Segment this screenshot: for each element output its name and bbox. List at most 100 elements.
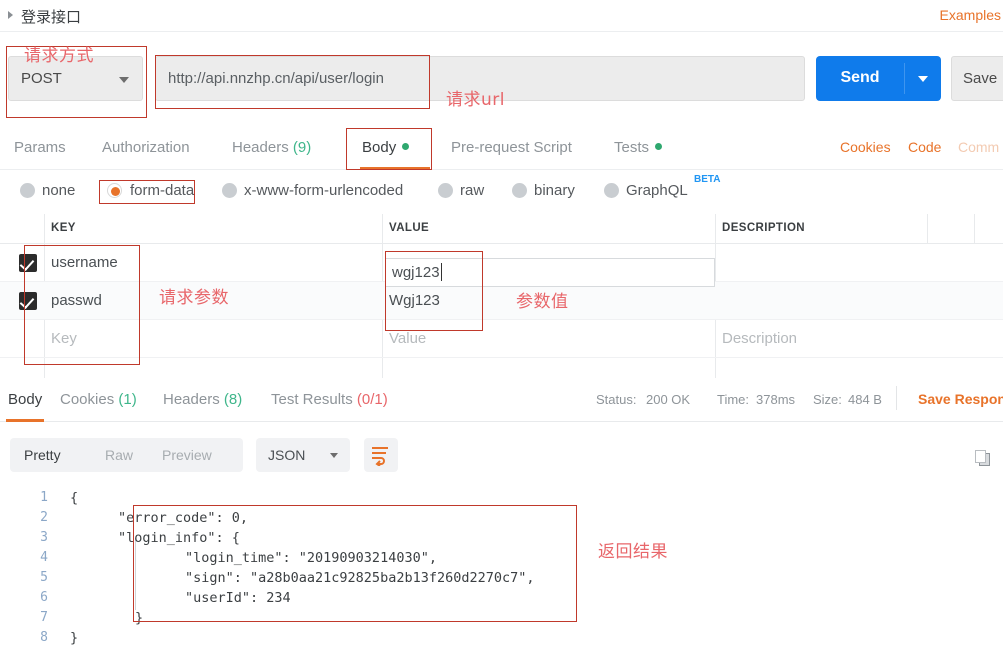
tab-label: Test Results	[271, 391, 353, 408]
beta-badge: BETA	[694, 174, 721, 185]
size-value: 484 B	[848, 392, 882, 407]
radio-form-data-label[interactable]: form-data	[130, 182, 194, 199]
text-cursor	[441, 263, 442, 281]
tab-count: (9)	[292, 139, 312, 156]
send-options-chevron-icon[interactable]	[918, 76, 928, 82]
annotation-label-params: 请求参数	[159, 288, 229, 308]
table-row[interactable]: passwd Wgj123	[0, 282, 1003, 320]
response-format-label: JSON	[268, 447, 306, 463]
row-value[interactable]: Wgj123	[389, 292, 440, 309]
view-mode-preview[interactable]: Preview	[162, 447, 212, 463]
tab-count: (1)	[118, 391, 137, 408]
save-button[interactable]: Save	[951, 56, 1003, 101]
tab-body[interactable]: Body	[362, 139, 410, 156]
column-header-key: KEY	[51, 222, 76, 234]
radio-binary[interactable]	[512, 183, 527, 198]
radio-x-www-form-urlencoded[interactable]	[222, 183, 237, 198]
column-header-description: DESCRIPTION	[722, 222, 805, 234]
radio-graphql[interactable]	[604, 183, 619, 198]
time-value: 378ms	[756, 392, 796, 407]
column-divider	[927, 214, 928, 244]
request-tab-title[interactable]: 登录接口	[21, 6, 81, 27]
row-key-placeholder[interactable]: Key	[51, 330, 77, 347]
request-tab-bar: Params Authorization Headers (9) Body Pr…	[0, 126, 1003, 170]
table-header-row: KEY VALUE DESCRIPTION	[0, 214, 1003, 244]
response-format-select[interactable]: JSON	[256, 438, 350, 472]
radio-none-label[interactable]: none	[42, 182, 75, 199]
annotation-label-result: 返回结果	[598, 542, 668, 562]
postman-window: 登录接口 Examples POST http://api.nnzhp.cn/a…	[0, 0, 1003, 656]
column-divider	[974, 214, 975, 244]
annotation-label-values: 参数值	[516, 292, 569, 312]
tab-label: Cookies	[60, 391, 115, 408]
response-tab-body[interactable]: Body	[8, 391, 42, 408]
tab-params[interactable]: Params	[14, 139, 66, 156]
radio-form-data[interactable]	[107, 183, 122, 198]
response-body-viewer[interactable]: 1 2 3 4 5 6 7 8 { "error_code": 0, "logi…	[0, 486, 1003, 656]
copy-icon[interactable]	[975, 450, 991, 466]
tab-label: Headers	[232, 139, 289, 156]
cookies-link[interactable]: Cookies	[840, 139, 891, 155]
column-header-value: VALUE	[389, 222, 430, 234]
code-line: "error_code": 0,	[118, 510, 249, 526]
row-key[interactable]: passwd	[51, 292, 102, 309]
view-mode-segmented-control: Pretty Raw Preview	[10, 438, 243, 472]
tab-label: Body	[362, 139, 397, 156]
tab-tests[interactable]: Tests	[614, 139, 663, 156]
radio-graphql-label[interactable]: GraphQL	[626, 182, 688, 199]
tab-authorization[interactable]: Authorization	[102, 139, 190, 156]
save-button-label: Save	[963, 70, 998, 87]
row-value-input-focused[interactable]: wgj123	[385, 258, 715, 287]
row-checkbox[interactable]	[19, 292, 37, 310]
line-number: 5	[40, 570, 48, 585]
code-line: }	[70, 630, 79, 646]
comments-link[interactable]: Comm	[958, 139, 999, 155]
radio-binary-label[interactable]: binary	[534, 182, 575, 199]
code-line: {	[70, 490, 79, 506]
radio-none[interactable]	[20, 183, 35, 198]
size-label: Size:	[813, 392, 842, 407]
wrap-lines-button[interactable]	[364, 438, 398, 472]
response-tab-bar: Body Cookies (1) Headers (8) Test Result…	[0, 378, 1003, 422]
tab-count: (0/1)	[356, 391, 388, 408]
response-tab-cookies[interactable]: Cookies (1)	[60, 391, 137, 408]
radio-raw-label[interactable]: raw	[460, 182, 484, 199]
status-value: 200 OK	[646, 392, 691, 407]
tab-label: Body	[8, 391, 43, 408]
response-tab-headers[interactable]: Headers (8)	[163, 391, 242, 408]
radio-x-www-form-urlencoded-label[interactable]: x-www-form-urlencoded	[244, 182, 403, 199]
row-checkbox[interactable]	[19, 254, 37, 272]
line-number: 7	[40, 610, 48, 625]
tab-label: Headers	[163, 391, 220, 408]
code-link[interactable]: Code	[908, 139, 941, 155]
annotation-label-method: 请求方式	[24, 46, 94, 66]
response-tab-test-results[interactable]: Test Results (0/1)	[271, 391, 388, 408]
radio-raw[interactable]	[438, 183, 453, 198]
response-body-toolbar: Pretty Raw Preview JSON	[0, 422, 1003, 486]
send-button[interactable]: Send	[816, 56, 941, 101]
body-type-radio-group: none form-data x-www-form-urlencoded raw…	[0, 170, 1003, 214]
code-line: "login_info": {	[118, 530, 240, 546]
tab-headers[interactable]: Headers (9)	[232, 139, 311, 156]
view-mode-raw[interactable]: Raw	[105, 447, 133, 463]
code-line: "sign": "a28b0aa21c92825ba2b13f260d2270c…	[185, 570, 535, 586]
examples-link[interactable]: Examples	[940, 7, 1001, 23]
tab-label: Params	[14, 139, 66, 156]
tab-pre-request-script[interactable]: Pre-request Script	[451, 139, 572, 156]
line-number-gutter: 1 2 3 4 5 6 7 8	[0, 486, 62, 656]
line-number: 4	[40, 550, 48, 565]
tab-label: Authorization	[102, 139, 190, 156]
view-mode-pretty[interactable]: Pretty	[24, 447, 61, 463]
divider	[896, 386, 897, 410]
row-key[interactable]: username	[51, 254, 118, 271]
form-data-table: KEY VALUE DESCRIPTION username passwd Wg…	[0, 214, 1003, 461]
http-method-label: POST	[21, 70, 62, 87]
annotation-label-url: 请求url	[446, 90, 505, 110]
row-value-placeholder[interactable]: Value	[389, 330, 426, 347]
chevron-down-icon	[330, 453, 338, 458]
send-button-label: Send	[840, 69, 880, 86]
line-number: 8	[40, 630, 48, 645]
row-description-placeholder[interactable]: Description	[722, 330, 797, 347]
table-row-placeholder[interactable]: Key Value Description	[0, 320, 1003, 358]
save-response-link[interactable]: Save Respon	[918, 391, 1003, 407]
